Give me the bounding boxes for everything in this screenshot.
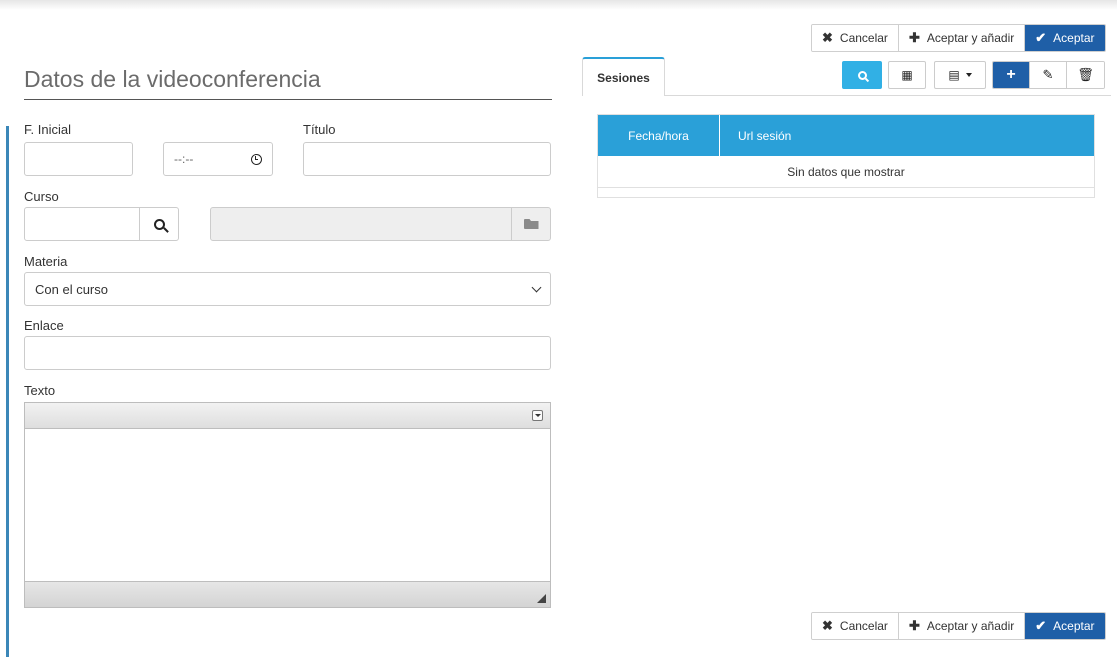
sessions-empty-message: Sin datos que mostrar [598, 156, 1094, 188]
folder-open-icon [523, 219, 539, 229]
cancel-button[interactable]: ✖ Cancelar [812, 25, 899, 51]
curso-name-input [210, 207, 512, 241]
plus-icon: + [1006, 66, 1016, 83]
column-header-url-sesion[interactable]: Url sesión [720, 115, 791, 156]
sessions-calendar-button[interactable]: ▦ [888, 61, 926, 89]
editor-statusbar [25, 581, 550, 607]
curso-browse-button[interactable] [511, 207, 551, 241]
cancel-button[interactable]: ✖ Cancelar [812, 613, 899, 639]
accept-button[interactable]: ✔ Aceptar [1025, 613, 1105, 639]
materia-select[interactable]: Con el curso [24, 272, 551, 306]
left-accent-bar [6, 126, 9, 657]
close-icon: ✖ [822, 618, 833, 633]
toolbar-dropdown-icon[interactable] [532, 410, 543, 421]
plus-icon: ✚ [908, 618, 920, 633]
top-shadow [0, 0, 1117, 10]
titulo-label: Título [303, 122, 336, 137]
print-icon: ▤ [948, 68, 960, 82]
pencil-icon: ✎ [1042, 67, 1054, 82]
texto-label: Texto [24, 383, 56, 398]
clock-icon [251, 153, 262, 165]
editor-toolbar [25, 403, 550, 429]
curso-search-button[interactable] [139, 207, 179, 241]
sessions-table-header: Fecha/hora Url sesión [598, 115, 1094, 156]
close-icon: ✖ [822, 30, 833, 45]
plus-icon: ✚ [908, 30, 920, 45]
trash-icon: 🗑 [1077, 67, 1094, 82]
fecha-inicial-label: F. Inicial [24, 122, 71, 137]
sessions-edit-button[interactable]: ✎ [1030, 62, 1067, 88]
search-icon [857, 70, 867, 80]
accept-and-add-button[interactable]: ✚ Aceptar y añadir [898, 25, 1026, 51]
calendar-icon: ▦ [901, 68, 913, 82]
materia-label: Materia [24, 254, 68, 269]
check-icon: ✔ [1035, 618, 1047, 633]
accept-button-label: Aceptar [1053, 619, 1095, 633]
tab-sesiones[interactable]: Sesiones [582, 57, 665, 96]
materia-select-value: Con el curso [35, 281, 108, 297]
tab-divider [664, 95, 1111, 96]
sessions-search-button[interactable] [842, 61, 882, 89]
sessions-print-button[interactable]: ▤ [934, 61, 986, 89]
enlace-input[interactable] [24, 336, 551, 370]
time-input-value: --:-- [174, 152, 194, 166]
accept-and-add-button-label: Aceptar y añadir [926, 619, 1015, 633]
check-icon: ✔ [1035, 30, 1047, 45]
resize-grip-icon[interactable] [537, 594, 546, 603]
form-title: Datos de la videoconferencia [24, 66, 552, 100]
texto-editor [24, 402, 551, 608]
curso-code-input[interactable] [24, 207, 140, 241]
accept-button[interactable]: ✔ Aceptar [1025, 25, 1105, 51]
enlace-label: Enlace [24, 318, 64, 333]
column-header-fecha-hora[interactable]: Fecha/hora [598, 115, 720, 156]
sessions-delete-button[interactable]: 🗑 [1067, 62, 1104, 88]
cancel-button-label: Cancelar [839, 31, 888, 45]
editor-content-area[interactable] [25, 430, 550, 581]
sessions-edit-toolbar: + ✎ 🗑 [992, 61, 1105, 89]
cancel-button-label: Cancelar [839, 619, 888, 633]
sessions-add-button[interactable]: + [993, 62, 1030, 88]
bottom-action-bar: ✖ Cancelar ✚ Aceptar y añadir ✔ Aceptar [811, 612, 1106, 640]
caret-down-icon [965, 73, 972, 77]
chevron-down-icon [531, 282, 542, 292]
top-action-bar: ✖ Cancelar ✚ Aceptar y añadir ✔ Aceptar [811, 24, 1106, 52]
accept-button-label: Aceptar [1053, 31, 1095, 45]
accept-and-add-button[interactable]: ✚ Aceptar y añadir [898, 613, 1026, 639]
time-input[interactable]: --:-- [163, 142, 273, 176]
curso-label: Curso [24, 189, 59, 204]
accept-and-add-button-label: Aceptar y añadir [926, 31, 1015, 45]
fecha-inicial-input[interactable] [24, 142, 133, 176]
titulo-input[interactable] [303, 142, 551, 176]
sessions-table: Fecha/hora Url sesión Sin datos que most… [597, 114, 1095, 198]
search-icon [153, 218, 165, 230]
